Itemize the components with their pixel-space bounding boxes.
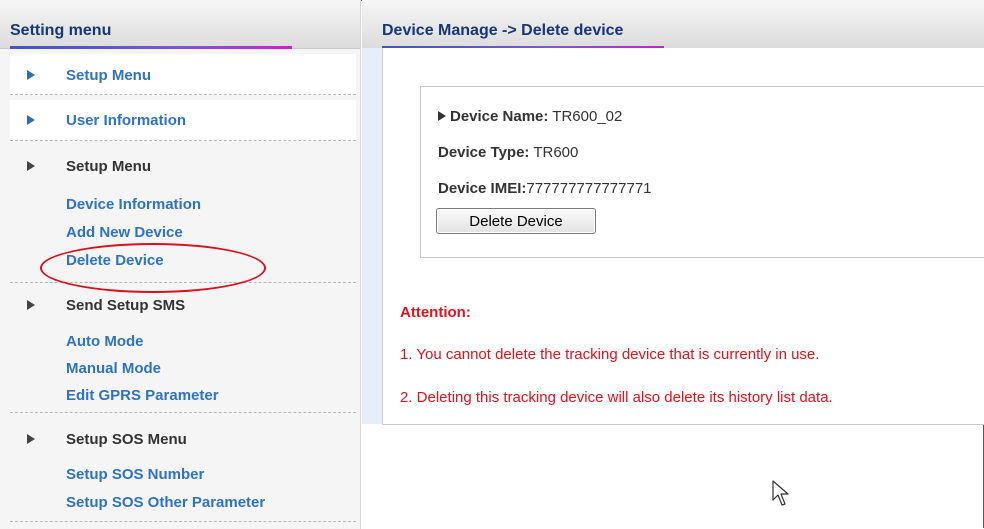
delete-device-button[interactable]: Delete Device bbox=[436, 208, 596, 234]
attention-title: Attention: bbox=[400, 304, 471, 321]
group-heading-setup-sos-menu[interactable]: Setup SOS Menu bbox=[66, 431, 187, 448]
sidebar-item-label: User Information bbox=[66, 112, 187, 129]
attention-note: 2. Deleting this tracking device will al… bbox=[400, 389, 833, 406]
link-add-new-device[interactable]: Add New Device bbox=[66, 224, 183, 241]
triangle-right-icon bbox=[27, 300, 35, 310]
device-imei-value: 777777777777771 bbox=[526, 180, 652, 197]
sidebar-item-label: Setup Menu bbox=[66, 67, 151, 84]
sidebar-header: Setting menu bbox=[0, 0, 360, 49]
device-type-label: Device Type: bbox=[438, 144, 530, 161]
link-setup-sos-other-parameter[interactable]: Setup SOS Other Parameter bbox=[66, 494, 265, 511]
mouse-pointer-icon bbox=[772, 480, 789, 506]
link-device-information[interactable]: Device Information bbox=[66, 196, 201, 213]
link-manual-mode[interactable]: Manual Mode bbox=[66, 360, 161, 377]
triangle-right-icon bbox=[27, 115, 35, 125]
link-auto-mode[interactable]: Auto Mode bbox=[66, 333, 143, 350]
triangle-right-icon bbox=[27, 434, 35, 444]
sidebar: Setting menu Setup Menu User Information… bbox=[0, 0, 361, 529]
attention-note: 1. You cannot delete the tracking device… bbox=[400, 346, 820, 363]
device-name-label: Device Name: bbox=[450, 108, 549, 125]
triangle-right-icon bbox=[27, 70, 35, 80]
sidebar-title-underline bbox=[10, 46, 292, 49]
device-imei-row: Device IMEI:777777777777771 bbox=[438, 180, 652, 197]
page-title: Device Manage -> Delete device bbox=[382, 22, 624, 39]
device-imei-label: Device IMEI: bbox=[438, 180, 527, 197]
triangle-right-icon bbox=[438, 111, 446, 121]
triangle-right-icon bbox=[27, 161, 35, 171]
divider bbox=[10, 412, 356, 413]
device-type-value: TR600 bbox=[533, 144, 579, 161]
main-gutter bbox=[362, 48, 382, 424]
sidebar-title: Setting menu bbox=[10, 22, 112, 39]
divider bbox=[10, 521, 356, 522]
main-header: Device Manage -> Delete device bbox=[362, 0, 984, 49]
group-heading-setup-menu[interactable]: Setup Menu bbox=[66, 158, 151, 175]
sidebar-item-user-information[interactable]: User Information bbox=[10, 100, 356, 141]
link-edit-gprs-parameter[interactable]: Edit GPRS Parameter bbox=[66, 387, 219, 404]
highlight-oval bbox=[40, 243, 266, 293]
device-type-row: Device Type: TR600 bbox=[438, 144, 578, 161]
sidebar-item-setup-menu-top[interactable]: Setup Menu bbox=[10, 54, 356, 95]
link-setup-sos-number[interactable]: Setup SOS Number bbox=[66, 466, 204, 483]
group-heading-send-setup-sms[interactable]: Send Setup SMS bbox=[66, 297, 185, 314]
device-name-row: Device Name: TR600_02 bbox=[438, 108, 622, 125]
device-name-value: TR600_02 bbox=[552, 108, 623, 125]
